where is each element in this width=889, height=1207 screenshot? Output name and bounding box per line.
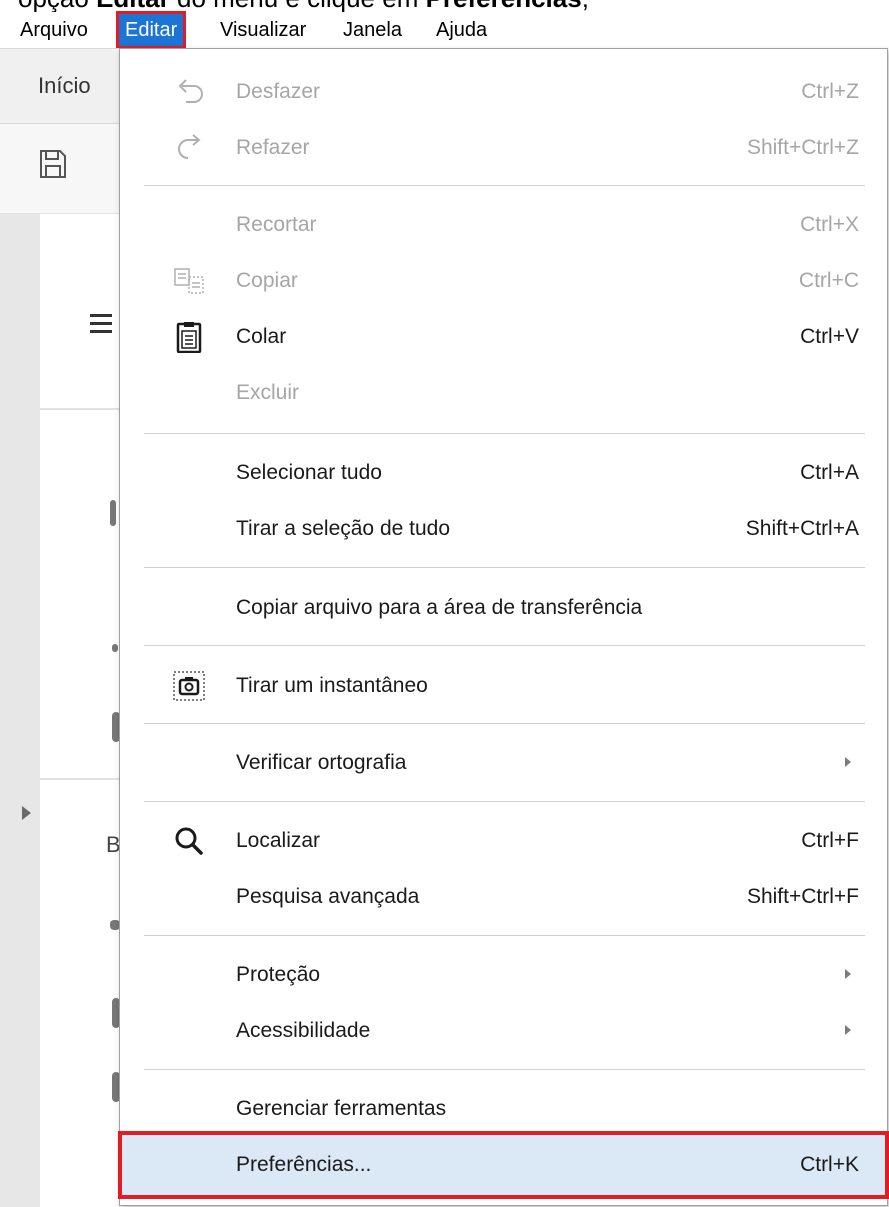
menu-separator [144,801,865,802]
menu-ajuda[interactable]: Ajuda [430,14,493,46]
edit-menu-dropdown: Desfazer Ctrl+Z Refazer Shift+Ctrl+Z Rec… [118,48,889,1206]
menu-separator [144,185,865,186]
instruction-caption-text: opção Editar do menu e clique em Preferê… [18,0,589,12]
menu-item-selecionar-tudo[interactable]: Selecionar tudo Ctrl+A [120,445,887,501]
menu-item-pesquisa-avancada[interactable]: Pesquisa avançada Shift+Ctrl+F [120,869,887,925]
partial-glyph [110,500,116,526]
menu-item-label: Verificar ortografia [236,751,407,774]
app-background: Início B [0,48,121,1207]
expand-panel-arrow-icon[interactable] [22,806,31,820]
menu-item-shortcut: Shift+Ctrl+F [746,885,859,908]
menu-item-label: Refazer [236,136,310,159]
menu-item-label: Tirar a seleção de tudo [236,517,451,540]
panel-section: B [40,782,121,1207]
submenu-arrow-icon [845,1025,851,1035]
toolbar [0,124,120,214]
camera-icon [173,671,205,701]
menu-item-label: Selecionar tudo [236,461,382,484]
menu-janela[interactable]: Janela [337,14,408,46]
menu-item-shortcut: Shift+Ctrl+Z [746,136,859,159]
menu-item-label: Desfazer [236,80,321,103]
menu-visualizar[interactable]: Visualizar [214,14,312,46]
submenu-arrow-icon [845,757,851,767]
menu-item-verificar-ortografia[interactable]: Verificar ortografia [120,735,887,791]
save-icon[interactable] [38,148,68,180]
menu-item-label: Copiar [236,269,298,292]
menu-item-desfazer[interactable]: Desfazer Ctrl+Z [120,64,887,120]
tab-inicio[interactable]: Início [38,73,91,99]
menu-item-label: Copiar arquivo para a área de transferên… [236,596,643,619]
menu-item-shortcut: Ctrl+A [800,461,859,484]
menu-editar[interactable]: Editar [115,11,187,49]
menu-item-copiar-arquivo[interactable]: Copiar arquivo para a área de transferên… [120,580,887,636]
menu-item-label: Tirar um instantâneo [236,674,428,697]
menu-item-tirar-selecao[interactable]: Tirar a seleção de tudo Shift+Ctrl+A [120,501,887,557]
menu-item-shortcut: Ctrl+Z [801,80,859,103]
menu-separator [144,567,865,568]
panel-section [40,214,120,410]
submenu-arrow-icon [845,969,851,979]
menu-item-label: Proteção [236,963,321,986]
menu-item-label: Recortar [236,213,317,236]
menu-separator [144,1069,865,1070]
menu-item-gerenciar-ferramentas[interactable]: Gerenciar ferramentas [120,1081,887,1137]
menu-item-protecao[interactable]: Proteção [120,947,887,1003]
menu-arquivo[interactable]: Arquivo [14,14,94,46]
menu-item-label: Preferências... [236,1153,372,1176]
menu-item-recortar[interactable]: Recortar Ctrl+X [120,197,887,253]
clipboard-icon [176,322,202,353]
redo-icon [178,134,201,159]
menu-item-label: Gerenciar ferramentas [236,1097,447,1120]
menu-item-label: Excluir [236,381,300,404]
panel-section [40,412,120,780]
tab-row: Início [0,48,120,124]
menu-item-excluir[interactable]: Excluir [120,365,887,421]
menu-item-preferencias[interactable]: Preferências... Ctrl+K [118,1131,889,1199]
menu-item-colar[interactable]: Colar Ctrl+V [120,309,887,365]
menu-item-shortcut: Ctrl+F [801,829,859,852]
hamburger-icon[interactable] [90,314,112,333]
menu-item-label: Pesquisa avançada [236,885,420,908]
menu-item-label: Acessibilidade [236,1019,371,1042]
menu-bar: Arquivo Editar Visualizar Janela Ajuda [0,11,889,49]
menu-item-shortcut: Ctrl+K [800,1153,859,1176]
partial-glyph [112,644,118,652]
menu-item-shortcut: Ctrl+X [800,213,859,236]
menu-separator [144,935,865,936]
left-rail [0,214,40,1207]
copy-icon [174,268,204,294]
menu-separator [144,645,865,646]
menu-separator [144,723,865,724]
menu-item-shortcut: Shift+Ctrl+A [745,517,859,540]
menu-item-label: Localizar [236,829,321,852]
undo-icon [178,79,203,103]
menu-item-localizar[interactable]: Localizar Ctrl+F [120,813,887,869]
menu-item-shortcut: Ctrl+C [798,269,859,292]
menu-item-instantaneo[interactable]: Tirar um instantâneo [120,658,887,714]
menu-item-refazer[interactable]: Refazer Shift+Ctrl+Z [120,120,887,176]
menu-separator [144,433,865,434]
menu-item-label: Colar [236,325,287,348]
magnifier-icon [175,827,203,855]
instruction-caption: opção Editar do menu e clique em Preferê… [0,0,889,12]
menu-item-acessibilidade[interactable]: Acessibilidade [120,1003,887,1059]
menu-item-copiar[interactable]: Copiar Ctrl+C [120,253,887,309]
menu-item-shortcut: Ctrl+V [800,325,859,348]
